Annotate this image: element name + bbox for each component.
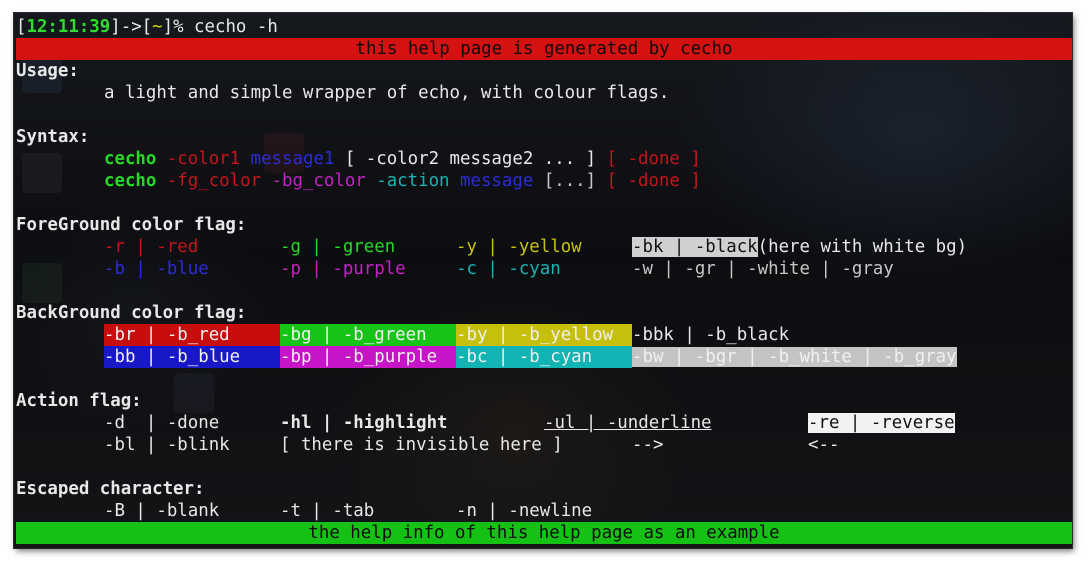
fg-black: -bk | -black [632, 237, 758, 257]
escaped-heading: Escaped character: [16, 479, 205, 499]
action-invisible: [ there is invisible here ] [280, 435, 563, 455]
prompt-command: cecho -h [183, 17, 278, 37]
fg-cyan: -c | -cyan [456, 259, 561, 279]
action-underline: -ul | -underline [544, 413, 712, 433]
arrow-left: <-- [808, 435, 840, 455]
bg-white: -bw | -bgr | -b_white | -b_gray [632, 347, 957, 367]
prompt-bracket: [ [16, 17, 27, 37]
fg-blue: -b | -blue [104, 259, 209, 279]
usage-heading: Usage: [16, 61, 79, 81]
action-heading: Action flag: [16, 391, 142, 411]
syntax-bg: -bg_color [261, 171, 366, 191]
syntax-done: [ -done ] [596, 149, 701, 169]
bg-cyan: -bc | -b_cyan [456, 346, 632, 368]
prompt-time: 12:11:39 [26, 17, 111, 37]
bg-black: -bbk | -b_black [632, 325, 790, 345]
escaped-newline: -n | -newline [456, 501, 593, 521]
bg-purple: -bp | -b_purple [280, 346, 456, 368]
syntax-done: [ -done ] [596, 171, 701, 191]
action-blink: -bl | -blink [104, 435, 230, 455]
terminal-window[interactable]: [12:11:39]->[~]% cecho -h this help page… [14, 13, 1072, 548]
escaped-tab: -t | -tab [280, 501, 375, 521]
prompt-symbol: ]% [162, 17, 184, 37]
action-line-1: -d | -done -hl | -highlight -ul | -underli… [16, 412, 1072, 434]
action-reverse: -re | -reverse [808, 413, 955, 433]
fg-heading: ForeGround color flag: [16, 215, 247, 235]
syntax-line-1: cecho -color1 message1 [ -color2 message… [16, 148, 1072, 170]
action-highlight: -hl | -highlight [280, 413, 448, 433]
action-line-2: -bl | -blink [ there is invisible here ] -… [16, 434, 1072, 456]
syntax-fg: -fg_color [156, 171, 262, 191]
fg-green: -g | -green [280, 237, 396, 257]
bg-red: -br | -b_red [104, 324, 280, 346]
action-done: -d | -done [104, 413, 220, 433]
syntax-ellipsis: [...] [533, 171, 597, 191]
syntax-message: message [449, 171, 534, 191]
terminal-output: [12:11:39]->[~]% cecho -h this help page… [16, 16, 1072, 544]
usage-line: a light and simple wrapper of echo, with… [16, 82, 1072, 104]
bottom-banner-text: the help info of this help page as an ex… [308, 523, 780, 543]
bg-green: -bg | -b_green [280, 324, 456, 346]
bg-line-2: -bb | -b_blue -bp | -b_purple -bc | -b_cya… [16, 346, 1072, 368]
fg-purple: -p | -purple [280, 259, 406, 279]
syntax-cmd: cecho [104, 171, 157, 191]
fg-yellow: -y | -yellow [456, 237, 582, 257]
fg-line-1: -r | -red -g | -green -y | -yellow -bk | -b… [16, 236, 1072, 258]
escaped-blank: -B | -blank [104, 501, 220, 521]
arrow-right: --> [632, 435, 664, 455]
fg-white: -w | -gr | -white | -gray [632, 259, 894, 279]
syntax-color1: -color1 [156, 149, 241, 169]
fg-red: -r | -red [104, 237, 199, 257]
syntax-cmd: cecho [104, 149, 157, 169]
syntax-optional: [ -color2 message2 ... ] [334, 149, 597, 169]
bg-line-1: -br | -b_red -bg | -b_green -by | -b_yello… [16, 324, 1072, 346]
syntax-message1: message1 [240, 149, 335, 169]
usage-text: a light and simple wrapper of echo, with… [104, 83, 670, 103]
prompt-line: [12:11:39]->[~]% cecho -h [16, 16, 1072, 38]
fg-black-note: (here with white bg) [757, 237, 968, 257]
syntax-line-2: cecho -fg_color -bg_color -action messag… [16, 170, 1072, 192]
syntax-action: -action [365, 171, 450, 191]
prompt-cwd: ~ [152, 17, 163, 37]
bg-heading: BackGround color flag: [16, 303, 247, 323]
bottom-banner: the help info of this help page as an ex… [16, 522, 1072, 544]
bg-yellow: -by | -b_yellow [456, 324, 632, 346]
fg-line-2: -b | -blue -p | -purple -c | -cyan -w | -gr… [16, 258, 1072, 280]
top-banner-text: this help page is generated by cecho [355, 39, 733, 59]
escaped-line: -B | -blank -t | -tab -n | -newline [16, 500, 1072, 522]
syntax-heading: Syntax: [16, 127, 90, 147]
top-banner: this help page is generated by cecho [16, 38, 1072, 60]
bg-blue: -bb | -b_blue [104, 346, 280, 368]
prompt-arrow: ]->[ [110, 17, 153, 37]
